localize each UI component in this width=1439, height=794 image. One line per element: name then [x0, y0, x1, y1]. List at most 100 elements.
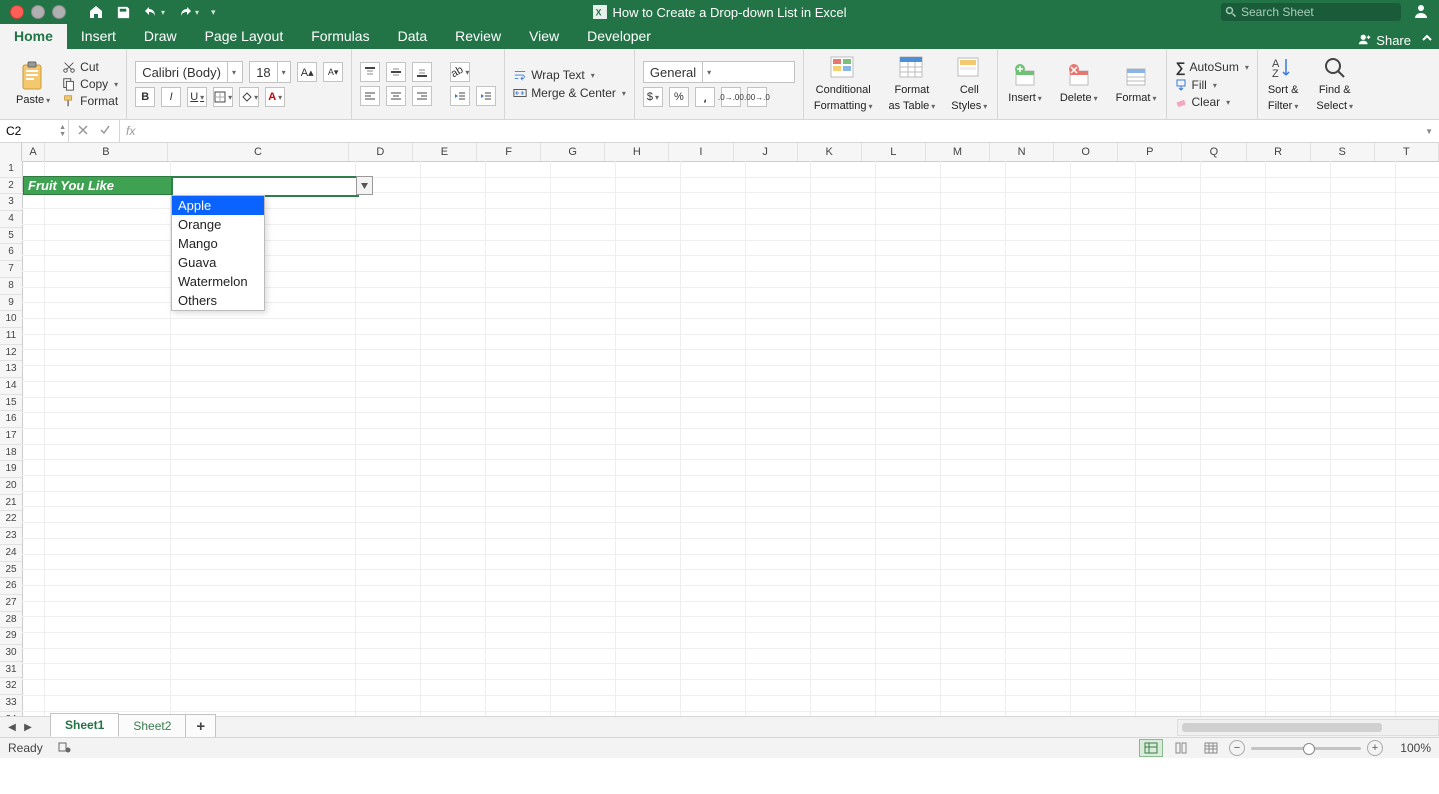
page-layout-view-button[interactable]: [1169, 739, 1193, 757]
col-header-F[interactable]: F: [477, 143, 541, 161]
col-header-G[interactable]: G: [541, 143, 605, 161]
dropdown-option[interactable]: Watermelon: [172, 272, 264, 291]
row-header[interactable]: 1: [0, 161, 22, 178]
zoom-percent[interactable]: 100%: [1389, 741, 1431, 755]
font-name-select[interactable]: Calibri (Body)▾: [135, 61, 243, 83]
cell-styles-button[interactable]: CellStyles▾: [949, 55, 989, 113]
row-header[interactable]: 22: [0, 511, 22, 528]
col-header-P[interactable]: P: [1118, 143, 1182, 161]
percent-button[interactable]: %: [669, 87, 689, 107]
name-box-input[interactable]: [0, 123, 58, 139]
row-header[interactable]: 14: [0, 378, 22, 395]
row-header[interactable]: 16: [0, 411, 22, 428]
row-header[interactable]: 6: [0, 244, 22, 261]
col-header-M[interactable]: M: [926, 143, 990, 161]
row-header[interactable]: 11: [0, 328, 22, 345]
col-header-D[interactable]: D: [349, 143, 413, 161]
row-header[interactable]: 24: [0, 545, 22, 562]
tab-page-layout[interactable]: Page Layout: [191, 24, 298, 49]
col-header-N[interactable]: N: [990, 143, 1054, 161]
sheet-nav-prev[interactable]: ◀: [4, 722, 20, 733]
zoom-in-button[interactable]: +: [1367, 740, 1383, 756]
decrease-font-size-button[interactable]: A▾: [323, 62, 343, 82]
autosum-button[interactable]: ∑AutoSum▾: [1175, 59, 1248, 75]
decrease-indent-button[interactable]: [450, 86, 470, 106]
share-icon[interactable]: [1358, 32, 1372, 49]
paste-button[interactable]: Paste▾: [14, 61, 52, 107]
align-top-button[interactable]: [360, 62, 380, 82]
sort-filter-button[interactable]: AZSort &Filter▾: [1266, 55, 1301, 113]
format-cells-button[interactable]: Format▾: [1114, 63, 1159, 105]
row-header[interactable]: 20: [0, 478, 22, 495]
row-header[interactable]: 15: [0, 395, 22, 412]
select-all-corner[interactable]: [0, 143, 22, 161]
row-header[interactable]: 21: [0, 495, 22, 512]
share-button[interactable]: Share: [1376, 33, 1411, 48]
sheet-tab[interactable]: Sheet2: [118, 714, 186, 737]
dropdown-arrow-button[interactable]: [356, 176, 373, 195]
merge-center-button[interactable]: Merge & Center▾: [513, 86, 626, 100]
redo-icon[interactable]: ▾: [177, 4, 199, 20]
increase-indent-button[interactable]: [476, 86, 496, 106]
format-as-table-button[interactable]: Formatas Table▾: [887, 55, 938, 113]
dropdown-option[interactable]: Mango: [172, 234, 264, 253]
row-header[interactable]: 10: [0, 311, 22, 328]
zoom-slider[interactable]: [1251, 747, 1361, 750]
underline-button[interactable]: U▾: [187, 87, 207, 107]
customize-qat-icon[interactable]: ▾: [211, 7, 216, 18]
add-sheet-button[interactable]: +: [185, 714, 216, 737]
font-color-button[interactable]: A▾: [265, 87, 285, 107]
fill-color-button[interactable]: ▾: [239, 87, 259, 107]
conditional-formatting-button[interactable]: ConditionalFormatting▾: [812, 55, 875, 113]
name-box[interactable]: ▲▼: [0, 120, 69, 142]
enter-formula-button[interactable]: [99, 124, 111, 139]
col-header-C[interactable]: C: [168, 143, 349, 161]
cell-C2-active[interactable]: [171, 176, 359, 197]
row-header[interactable]: 26: [0, 578, 22, 595]
tab-home[interactable]: Home: [0, 24, 67, 49]
macro-record-icon[interactable]: [57, 740, 71, 757]
font-size-select[interactable]: 18▾: [249, 61, 291, 83]
search-sheet-input[interactable]: Search Sheet: [1221, 3, 1401, 21]
find-select-button[interactable]: Find &Select▾: [1314, 55, 1355, 113]
col-header-T[interactable]: T: [1375, 143, 1439, 161]
home-icon[interactable]: [88, 4, 104, 20]
copy-button[interactable]: Copy▾: [62, 77, 118, 91]
dropdown-option[interactable]: Guava: [172, 253, 264, 272]
align-left-button[interactable]: [360, 86, 380, 106]
col-header-K[interactable]: K: [798, 143, 862, 161]
row-header[interactable]: 4: [0, 211, 22, 228]
tab-developer[interactable]: Developer: [573, 24, 665, 49]
col-header-H[interactable]: H: [605, 143, 669, 161]
sheet-nav-next[interactable]: ▶: [20, 722, 36, 733]
increase-decimal-button[interactable]: .0→.00: [721, 87, 741, 107]
user-account-icon[interactable]: [1413, 3, 1429, 22]
dropdown-option[interactable]: Orange: [172, 215, 264, 234]
fill-button[interactable]: Fill▾: [1175, 78, 1248, 92]
row-header[interactable]: 32: [0, 678, 22, 695]
expand-formula-bar-button[interactable]: ▼: [1425, 127, 1433, 136]
align-bottom-button[interactable]: [412, 62, 432, 82]
row-header[interactable]: 13: [0, 361, 22, 378]
delete-cells-button[interactable]: Delete▾: [1058, 63, 1100, 105]
row-header[interactable]: 27: [0, 595, 22, 612]
align-middle-button[interactable]: [386, 62, 406, 82]
row-header[interactable]: 5: [0, 228, 22, 245]
row-header[interactable]: 19: [0, 461, 22, 478]
row-header[interactable]: 23: [0, 528, 22, 545]
row-header[interactable]: 18: [0, 445, 22, 462]
row-header[interactable]: 17: [0, 428, 22, 445]
sheet-tab[interactable]: Sheet1: [50, 713, 119, 737]
col-header-B[interactable]: B: [45, 143, 168, 161]
row-header[interactable]: 31: [0, 662, 22, 679]
col-header-Q[interactable]: Q: [1182, 143, 1246, 161]
cut-button[interactable]: Cut: [62, 60, 118, 74]
row-header[interactable]: 7: [0, 261, 22, 278]
row-header[interactable]: 2: [0, 178, 22, 195]
row-header[interactable]: 8: [0, 278, 22, 295]
col-header-O[interactable]: O: [1054, 143, 1118, 161]
italic-button[interactable]: I: [161, 87, 181, 107]
save-icon[interactable]: [116, 5, 131, 20]
currency-button[interactable]: $▾: [643, 87, 663, 107]
row-header[interactable]: 9: [0, 295, 22, 312]
